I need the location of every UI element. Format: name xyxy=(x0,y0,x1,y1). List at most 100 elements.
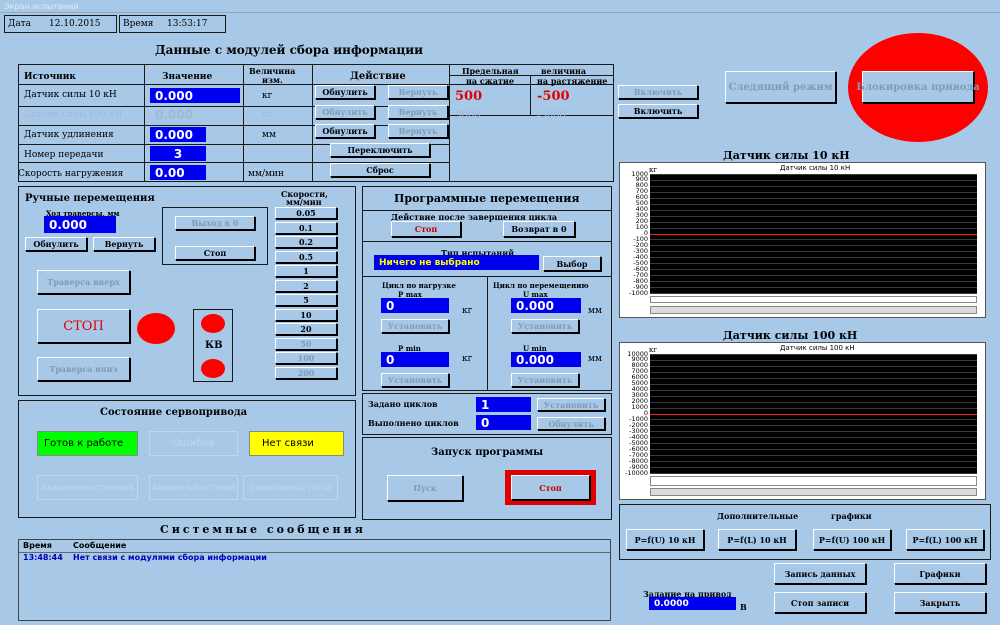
messages-col-msg: Сообщение xyxy=(73,541,127,550)
graph-p-l-100-button[interactable]: P=f(L) 100 кН xyxy=(906,529,984,550)
speed-button-0.1[interactable]: 0.1 xyxy=(275,221,337,234)
graph-p-l-10-button[interactable]: P=f(L) 10 кН xyxy=(718,529,796,550)
speed-button-50[interactable]: 50 xyxy=(275,337,337,350)
speed-button-100[interactable]: 100 xyxy=(275,352,337,364)
program-stop-button[interactable]: Стоп xyxy=(511,475,590,500)
gridline xyxy=(650,437,977,439)
stroke-value: 0.000 xyxy=(44,216,116,233)
gridline xyxy=(650,359,977,361)
row2-name: Датчик силы 100 кН xyxy=(24,110,123,120)
chart10: Датчик силы 10 кН кг 1000 900 800 700 600 500… xyxy=(619,162,986,318)
y-tick-label: -10000 xyxy=(624,468,648,477)
stroke-return-button[interactable]: Вернуть xyxy=(93,237,155,251)
return-to-zero-button[interactable]: Возврат в 0 xyxy=(503,221,575,237)
gridline xyxy=(650,473,977,474)
gridline xyxy=(650,215,977,217)
chart10-scrollbar[interactable] xyxy=(650,306,977,314)
gridline xyxy=(650,263,977,265)
pmax-unit: кг xyxy=(462,306,473,316)
gridline xyxy=(650,467,977,469)
stroke-zero-button[interactable]: Обнулить xyxy=(25,237,87,251)
close-button[interactable]: Закрыть xyxy=(894,592,986,613)
col-limit-2: величина xyxy=(541,66,587,76)
row1-return-button[interactable]: Вернуть xyxy=(388,85,448,99)
umin-set-button[interactable]: Установить xyxy=(511,373,579,387)
row1-zero-button[interactable]: Обнулить xyxy=(315,85,375,99)
traverse-up-button[interactable]: Траверса вверх xyxy=(37,270,130,294)
gridline xyxy=(650,377,977,379)
load-cycle-label: Цикл по нагрузке xyxy=(382,281,456,290)
date-label: Дата xyxy=(8,19,32,29)
row1-unit: кг xyxy=(262,91,273,101)
chart100-title: Датчик силы 100 кН xyxy=(780,344,855,352)
after-cycle-stop-button[interactable]: Стоп xyxy=(391,221,461,237)
date-box: Дата 12.10.2015 xyxy=(4,15,117,33)
gridline xyxy=(650,209,977,211)
pmax-set-button[interactable]: Установить xyxy=(381,319,449,333)
speed-button-200[interactable]: 200 xyxy=(275,366,337,379)
cycles-set-label: Задано циклов xyxy=(368,399,438,409)
start-button[interactable]: Пуск xyxy=(387,475,463,501)
gridline xyxy=(650,191,977,193)
speed-button-1[interactable]: 1 xyxy=(275,265,337,277)
row5-value: 0.00 xyxy=(150,165,206,180)
select-test-button[interactable]: Выбор xyxy=(543,256,601,271)
row2-zero-button[interactable]: Обнулить xyxy=(315,105,375,119)
cycles-done-value: 0 xyxy=(476,415,531,430)
message-text: Нет связи с модулями сбора информации xyxy=(73,553,267,562)
speed-button-20[interactable]: 20 xyxy=(275,323,337,335)
row1-limit-compress: 500 xyxy=(455,89,483,104)
window-title: Экран испытаний xyxy=(0,0,1000,13)
col-limit-1: Предельная xyxy=(462,66,519,76)
speed-button-0.05[interactable]: 0.05 xyxy=(275,207,337,219)
kv-bottom-indicator xyxy=(201,359,225,378)
record-data-button[interactable]: Запись данных xyxy=(774,563,866,584)
pmin-set-button[interactable]: Установить xyxy=(381,373,449,387)
row1-limit-tension: -500 xyxy=(537,89,570,104)
chart100-header: Датчик силы 100 кН xyxy=(723,329,858,342)
chart100-scrollbar[interactable] xyxy=(650,488,977,496)
row2-return-button[interactable]: Вернуть xyxy=(388,105,448,119)
speed-button-10[interactable]: 10 xyxy=(275,308,337,321)
cycles-zero-button[interactable]: Обнулить xyxy=(537,417,605,430)
series-line xyxy=(650,233,977,235)
gridline xyxy=(650,431,977,433)
drive-lock-button[interactable]: Блокировка привода xyxy=(856,71,980,103)
speed-button-2[interactable]: 2 xyxy=(275,279,337,292)
enable-button-2[interactable]: Включить xyxy=(618,104,698,118)
row4-value: 3 xyxy=(150,146,206,161)
speed-button-0.2[interactable]: 0.2 xyxy=(275,236,337,248)
cycles-set-value: 1 xyxy=(476,397,531,412)
gridline xyxy=(650,365,977,367)
switch-gear-button[interactable]: Переключить xyxy=(330,143,430,157)
stop-record-button[interactable]: Стоп записи xyxy=(774,592,866,613)
y-tick-label: -1000 xyxy=(629,288,648,297)
graph-p-u-100-button[interactable]: P=f(U) 100 кН xyxy=(813,529,891,550)
speed-button-0.5[interactable]: 0.5 xyxy=(275,250,337,263)
tracking-mode-button[interactable]: Следящий режим xyxy=(725,71,836,103)
enable-button-1[interactable]: Включить xyxy=(618,85,698,99)
row2-value: 0.000 xyxy=(150,108,206,122)
graph-p-u-10-button[interactable]: P=f(U) 10 кН xyxy=(626,529,704,550)
traverse-down-button[interactable]: Траверса вниз xyxy=(37,357,130,381)
row1-name: Датчик силы 10 кН xyxy=(24,90,117,100)
row5-unit: мм/мин xyxy=(248,169,285,179)
graphs-button[interactable]: Графики xyxy=(894,563,986,584)
cycles-set-button[interactable]: Установить xyxy=(537,398,605,411)
servo-state-2: Аварийный останов xyxy=(149,475,238,500)
date-value: 12.10.2015 xyxy=(49,19,101,29)
gridline xyxy=(650,419,977,421)
exit-to-zero-button[interactable]: Выход в 0 xyxy=(175,216,255,230)
chart100: Датчик силы 100 кН кг 10000 9000 8000 7000 6… xyxy=(619,342,986,500)
row5-name: Скорость нагружения xyxy=(18,169,124,179)
reset-button[interactable]: Сброс xyxy=(330,163,430,177)
stop-button[interactable]: СТОП xyxy=(37,309,130,343)
servo-ready-indicator: Готов к работе xyxy=(37,431,138,456)
row3-return-button[interactable]: Вернуть xyxy=(388,124,448,138)
gridline xyxy=(650,275,977,277)
gridline xyxy=(650,389,977,391)
manual-stop-small-button[interactable]: Стоп xyxy=(175,246,255,260)
umax-set-button[interactable]: Установить xyxy=(511,319,579,333)
row3-zero-button[interactable]: Обнулить xyxy=(315,124,375,138)
speed-button-5[interactable]: 5 xyxy=(275,294,337,306)
